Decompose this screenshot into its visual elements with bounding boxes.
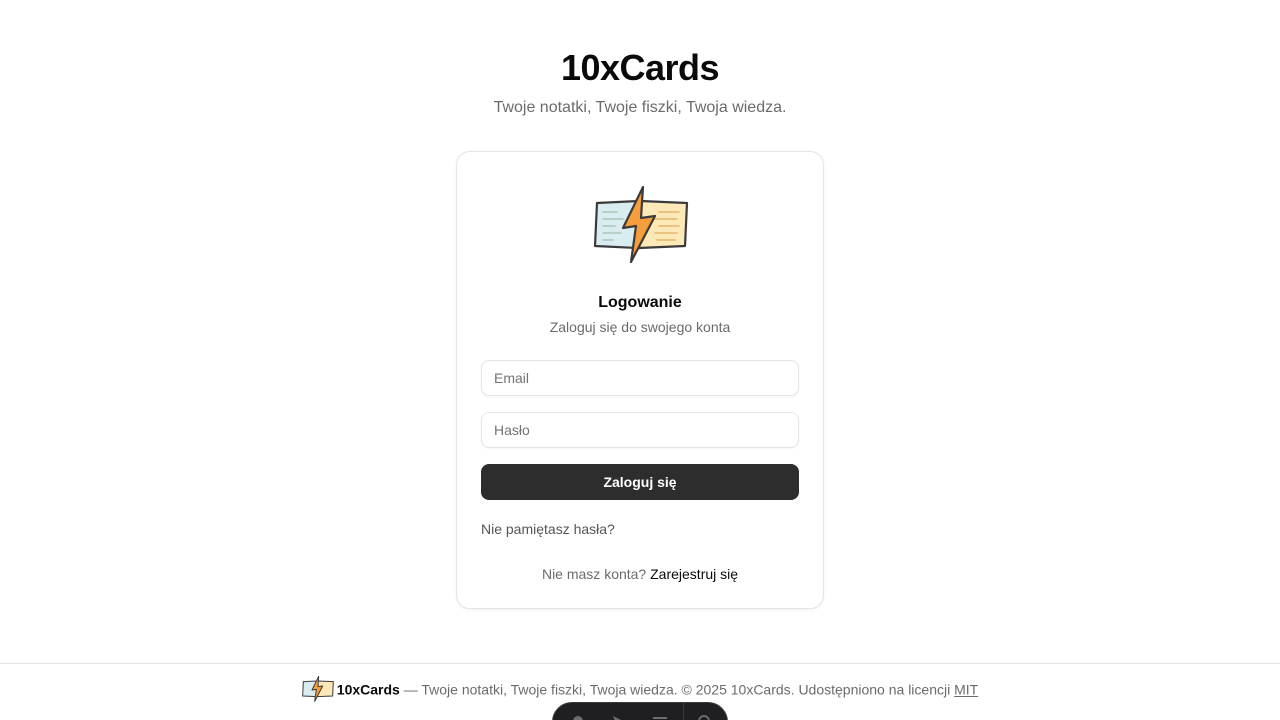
register-prompt: Nie masz konta? [541, 566, 647, 582]
dev-toolbar[interactable] [552, 702, 728, 720]
toolbar-settings-icon[interactable] [695, 712, 713, 720]
footer-line: 10xCards — Twoje notatki, Twoje fiszki, … [0, 675, 1280, 704]
page-header: 10xCards Twoje notatki, Twoje fiszki, Tw… [0, 46, 1280, 119]
footer-brand: 10xCards [336, 681, 400, 698]
login-submit-button[interactable]: Zaloguj się [481, 464, 799, 500]
app-title: 10xCards [560, 47, 720, 88]
app-tagline: Twoje notatki, Twoje fiszki, Twoja wiedz… [493, 99, 787, 116]
license-link[interactable]: MIT [954, 682, 978, 698]
toolbar-app-icon[interactable] [569, 712, 587, 720]
register-link[interactable]: Zarejestruj się [650, 566, 738, 582]
login-card: Logowanie Zaloguj się do swojego konta Z… [456, 151, 824, 609]
footer-logo-icon [301, 675, 334, 702]
footer-text: — Twoje notatki, Twoje fiszki, Twoja wie… [403, 681, 951, 698]
flashcards-lightning-logo-icon [593, 185, 689, 264]
password-field[interactable] [481, 412, 799, 448]
forgot-password-link[interactable]: Nie pamiętasz hasła? [481, 520, 615, 538]
toolbar-inspect-icon[interactable] [609, 712, 627, 720]
login-title: Logowanie [598, 294, 682, 311]
register-row: Nie masz konta? Zarejestruj się [457, 565, 823, 583]
toolbar-divider [683, 703, 684, 720]
login-subtitle: Zaloguj się do swojego konta [549, 319, 731, 335]
toolbar-menu-icon[interactable] [651, 712, 669, 720]
email-field[interactable] [481, 360, 799, 396]
